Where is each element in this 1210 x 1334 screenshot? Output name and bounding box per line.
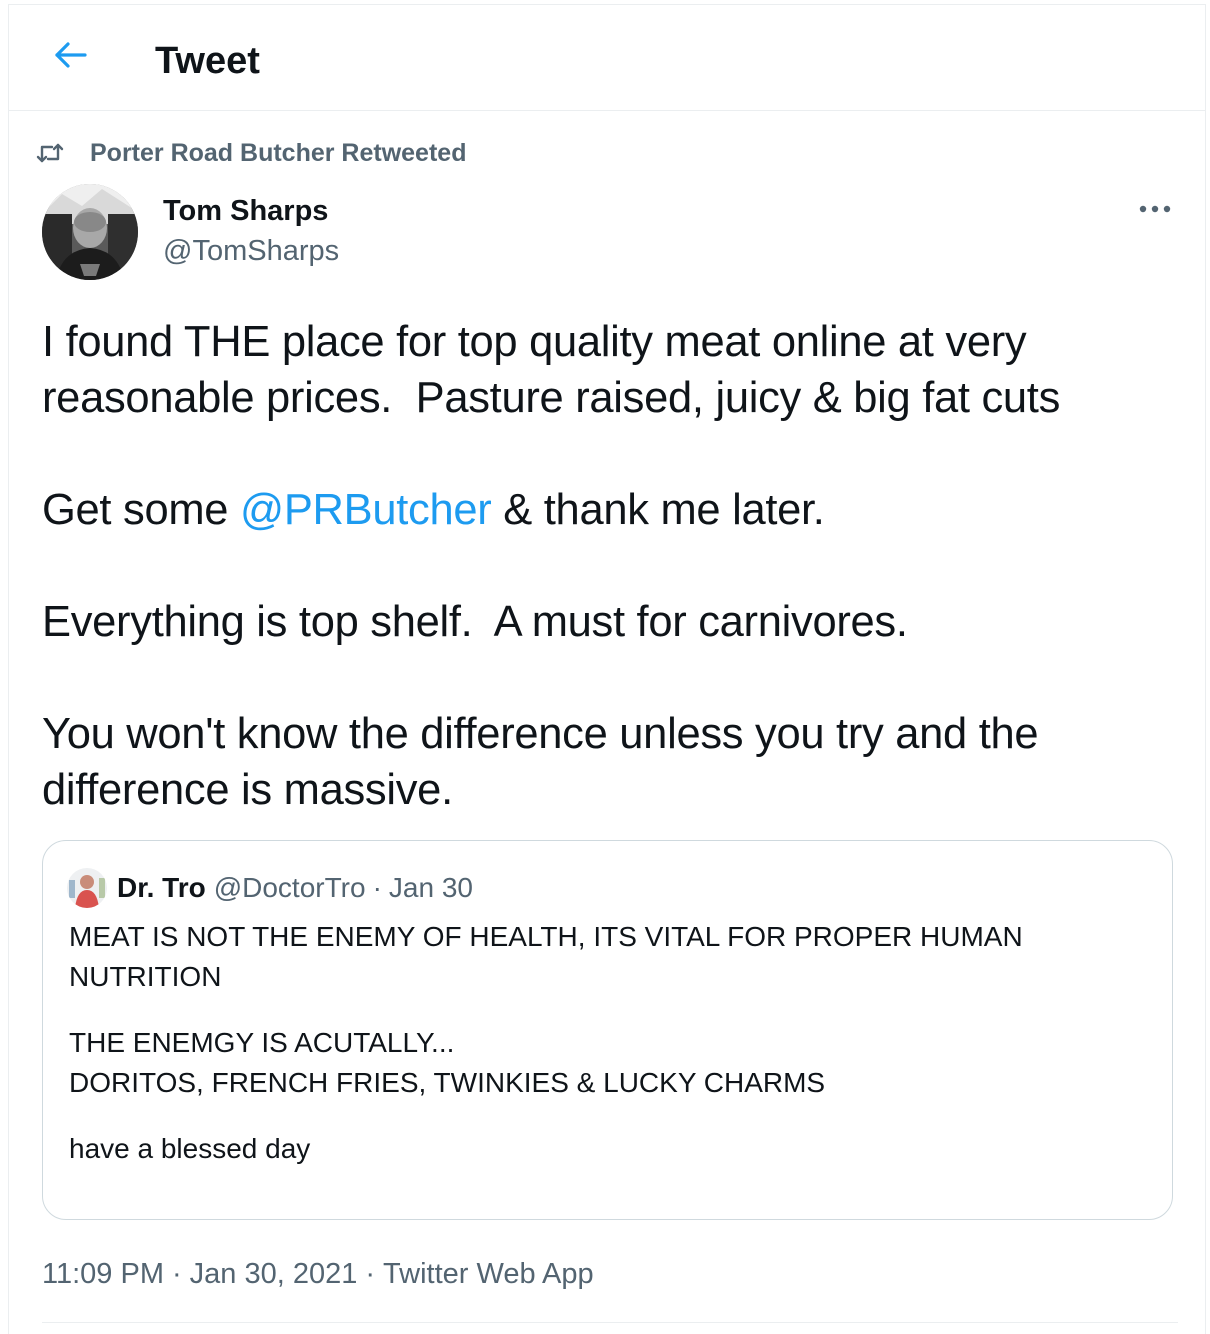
tweet-line-text: & thank me later. [491, 486, 825, 534]
back-arrow-icon [54, 40, 88, 75]
author-handle[interactable]: @TomSharps [163, 234, 339, 268]
quoted-line: THE ENEMGY IS ACUTALLY... [69, 1027, 455, 1058]
quoted-tweet-card[interactable]: Dr. Tro @DoctorTro · Jan 30 MEAT IS NOT … [42, 840, 1173, 1220]
tweet-line-text: Get some [42, 486, 240, 534]
meta-separator: · [171, 1258, 182, 1290]
quoted-author-handle: @DoctorTro [213, 872, 366, 903]
tweet-line: I found THE place for top quality meat o… [42, 318, 1027, 366]
retweet-label: Porter Road Butcher Retweeted [90, 138, 467, 167]
quoted-line: MEAT IS NOT THE ENEMY OF HEALTH, ITS VIT… [69, 921, 1023, 952]
tweet-text: I found THE place for top quality meat o… [42, 314, 1182, 818]
author-avatar[interactable] [42, 184, 138, 280]
quoted-separator: · [372, 872, 382, 903]
page-title: Tweet [155, 40, 260, 82]
tweet-time[interactable]: 11:09 PM [42, 1254, 164, 1294]
meta-separator: · [365, 1258, 376, 1290]
quoted-line: DORITOS, FRENCH FRIES, TWINKIES & LUCKY … [69, 1067, 826, 1098]
quoted-line: have a blessed day [69, 1133, 311, 1164]
retweet-context[interactable]: Porter Road Butcher Retweeted [36, 136, 466, 170]
quoted-author-avatar [67, 868, 107, 908]
more-dots-icon [1138, 201, 1172, 219]
tweet-line: reasonable prices. Pasture raised, juicy… [42, 374, 1061, 422]
author-name[interactable]: Tom Sharps [163, 194, 328, 228]
page-header: Tweet [9, 5, 1205, 111]
tweet-line: You won't know the difference unless you… [42, 710, 1039, 758]
quoted-date: Jan 30 [388, 872, 473, 903]
tweet-source[interactable]: Twitter Web App [383, 1254, 594, 1294]
tweet-date[interactable]: Jan 30, 2021 [190, 1254, 358, 1294]
tweet-line: Everything is top shelf. A must for carn… [42, 598, 908, 646]
divider [42, 1322, 1178, 1323]
quoted-tweet-header: Dr. Tro @DoctorTro · Jan 30 [67, 868, 473, 908]
more-options-button[interactable] [1131, 190, 1179, 230]
tweet-meta: 11:09 PM · Jan 30, 2021 · Twitter Web Ap… [42, 1254, 594, 1294]
quoted-tweet-text: MEAT IS NOT THE ENEMY OF HEALTH, ITS VIT… [69, 917, 1149, 1169]
tweet-line: Get some @PRButcher & thank me later. [42, 482, 1182, 538]
quoted-author-name: Dr. Tro [117, 872, 206, 903]
retweet-icon [36, 139, 64, 167]
mention-link[interactable]: @PRButcher [240, 486, 492, 534]
back-button[interactable] [49, 35, 93, 79]
quoted-line: NUTRITION [69, 961, 222, 992]
tweet-line: difference is massive. [42, 766, 453, 814]
